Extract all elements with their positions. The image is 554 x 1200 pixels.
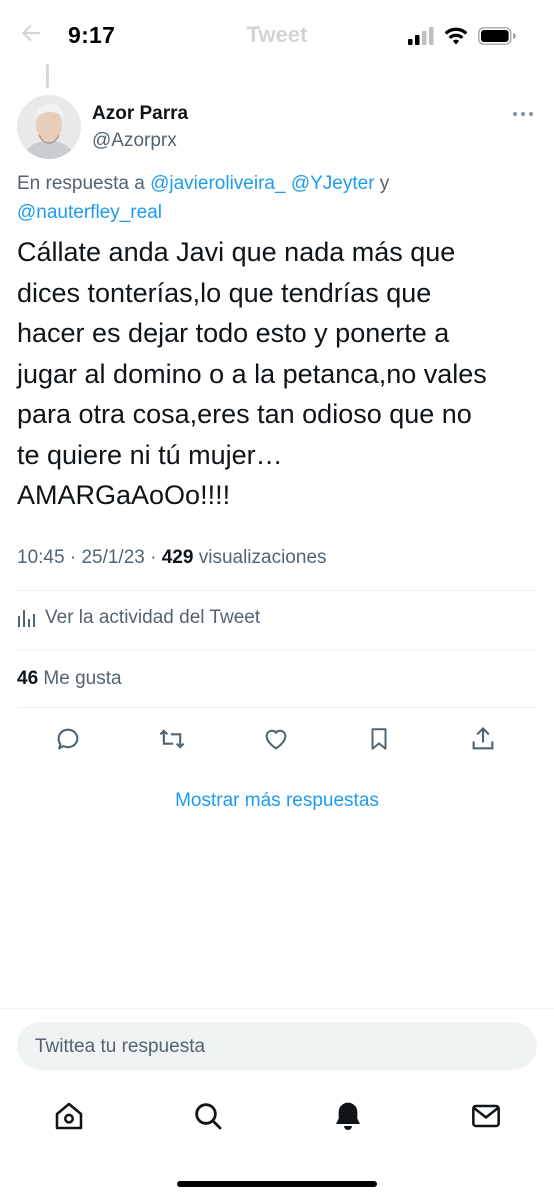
replying-to: En respuesta a @javieroliveira_ @YJeyter… bbox=[17, 169, 537, 227]
views-label: visualizaciones bbox=[198, 547, 327, 568]
search-icon bbox=[195, 1103, 222, 1130]
home-indicator bbox=[177, 1181, 377, 1187]
likes-count-link[interactable]: 46 Me gusta bbox=[17, 668, 122, 690]
divider bbox=[0, 1008, 554, 1009]
likes-count: 46 bbox=[17, 668, 39, 689]
battery-icon bbox=[478, 27, 516, 45]
activity-label: Ver la actividad del Tweet bbox=[45, 607, 261, 628]
mention-link[interactable]: @YJeyter bbox=[291, 173, 375, 194]
mention-link[interactable]: @javieroliveira_ bbox=[150, 173, 285, 194]
wifi-icon bbox=[444, 27, 468, 45]
tweet-meta: 10:45 · 25/1/23 · 429 visualizaciones bbox=[17, 547, 327, 568]
author-name[interactable]: Azor Parra bbox=[92, 103, 188, 125]
thread-connector-line bbox=[46, 64, 49, 88]
more-options-icon[interactable] bbox=[512, 108, 534, 120]
bookmark-button[interactable] bbox=[361, 721, 397, 757]
bottom-nav bbox=[0, 1094, 554, 1138]
divider bbox=[17, 590, 537, 591]
share-icon bbox=[472, 727, 494, 750]
retweet-icon bbox=[159, 729, 185, 749]
nav-home[interactable] bbox=[47, 1094, 91, 1138]
status-bar: Tweet 9:17 bbox=[0, 0, 554, 72]
avatar-image bbox=[17, 95, 81, 159]
action-bar bbox=[0, 721, 554, 757]
reply-button[interactable] bbox=[50, 721, 86, 757]
composer-placeholder: Twittea tu respuesta bbox=[35, 1036, 206, 1057]
share-button[interactable] bbox=[465, 721, 501, 757]
retweet-button[interactable] bbox=[154, 721, 190, 757]
nav-messages[interactable] bbox=[464, 1094, 508, 1138]
notifications-icon bbox=[336, 1102, 360, 1130]
cellular-signal-icon bbox=[408, 27, 434, 45]
reply-prefix: En respuesta a bbox=[17, 173, 151, 194]
reply-icon bbox=[57, 728, 79, 750]
bookmark-icon bbox=[371, 728, 387, 750]
tweet-time[interactable]: 10:45 bbox=[17, 547, 65, 568]
analytics-icon bbox=[18, 610, 35, 627]
messages-icon bbox=[472, 1104, 500, 1128]
nav-search[interactable] bbox=[186, 1094, 230, 1138]
likes-label: Me gusta bbox=[43, 668, 122, 689]
status-time: 9:17 bbox=[68, 22, 116, 48]
nav-notifications[interactable] bbox=[326, 1094, 370, 1138]
avatar[interactable] bbox=[17, 95, 81, 159]
like-button[interactable] bbox=[258, 721, 294, 757]
mention-link[interactable]: @nauterfley_real bbox=[17, 202, 162, 223]
reply-joiner: y bbox=[374, 173, 390, 194]
tweet-activity-link[interactable]: Ver la actividad del Tweet bbox=[17, 607, 260, 629]
divider bbox=[17, 707, 537, 708]
show-more-replies-link[interactable]: Mostrar más respuestas bbox=[0, 790, 554, 812]
like-icon bbox=[265, 729, 287, 750]
author-handle[interactable]: @Azorprx bbox=[92, 130, 177, 152]
tweet-date[interactable]: 25/1/23 bbox=[81, 547, 144, 568]
tweet-text: Cállate anda Javi que nada más que dices… bbox=[17, 237, 487, 510]
divider bbox=[17, 650, 537, 651]
reply-composer[interactable]: Twittea tu respuesta bbox=[17, 1022, 537, 1070]
home-icon bbox=[55, 1102, 83, 1130]
status-icons bbox=[408, 25, 516, 47]
views-count: 429 bbox=[161, 547, 194, 568]
